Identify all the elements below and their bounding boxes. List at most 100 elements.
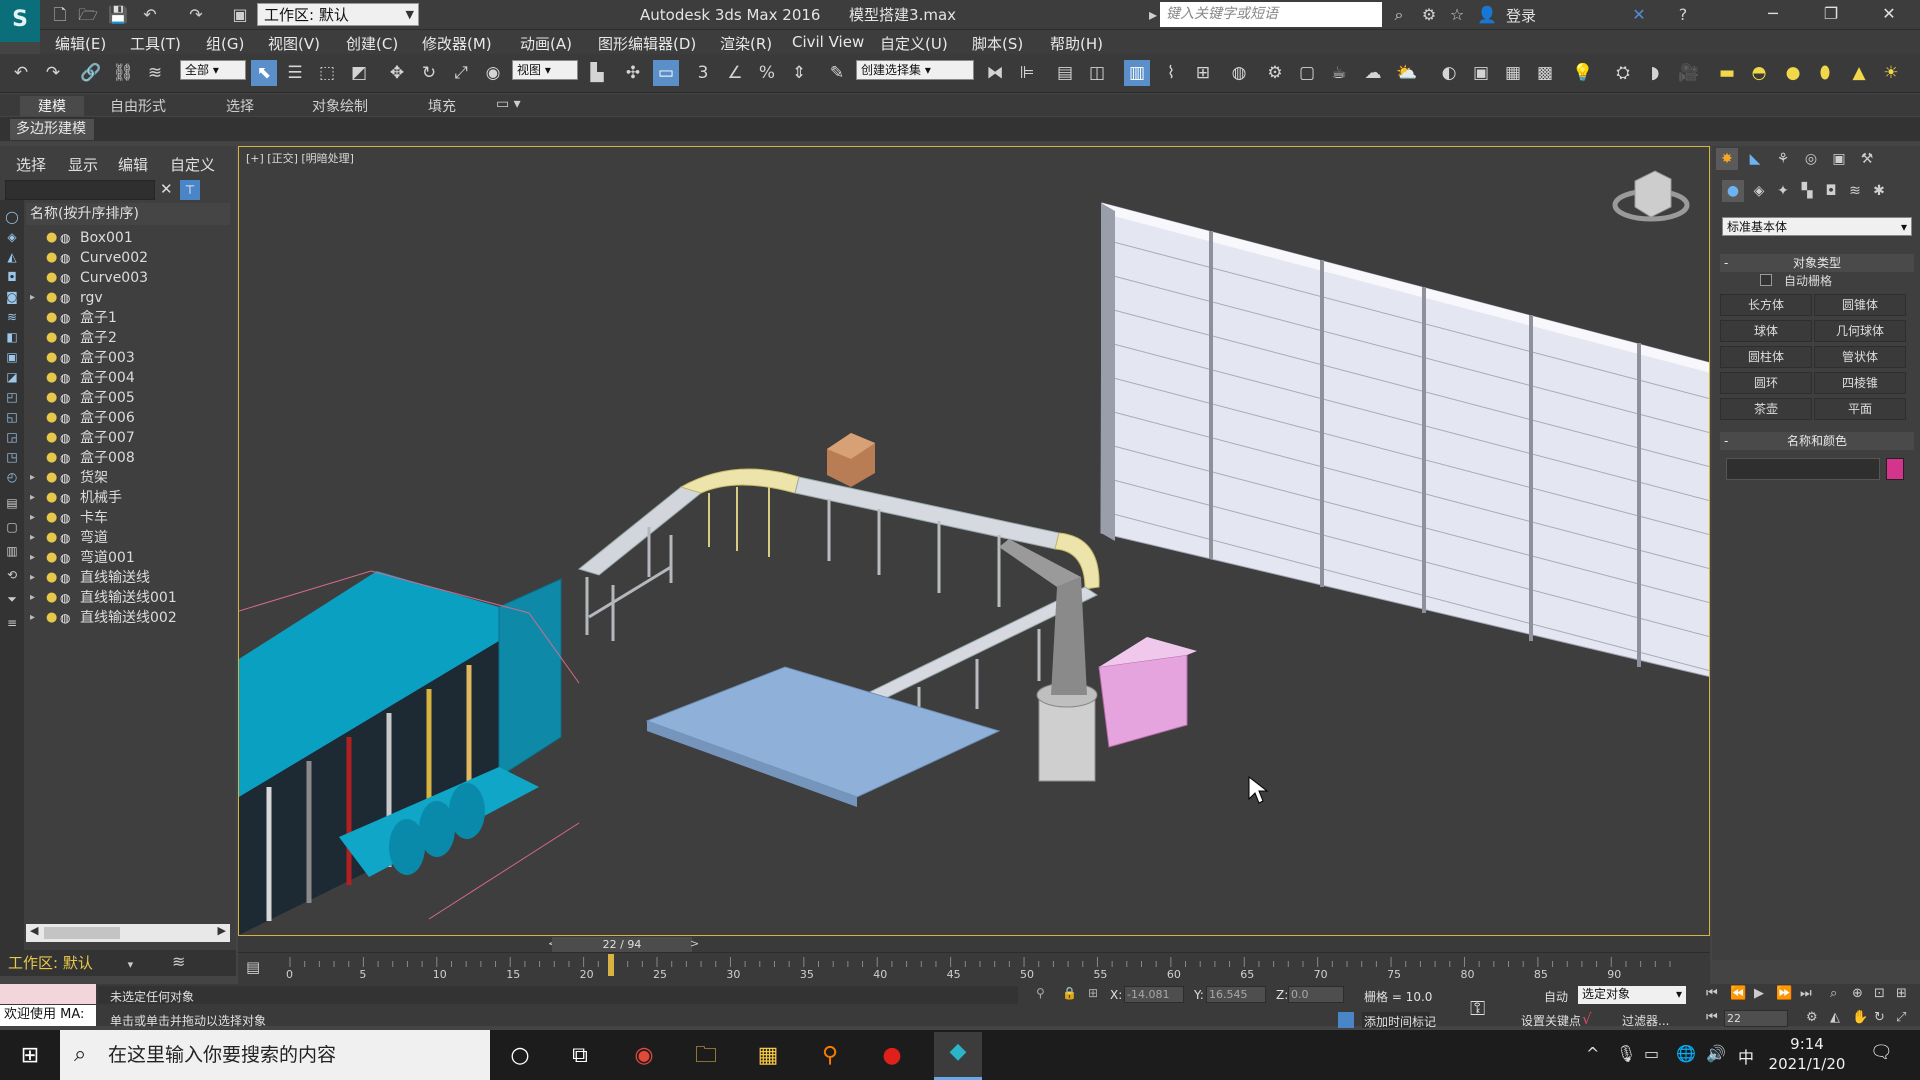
mirror-icon[interactable]: ⧓ [982, 60, 1008, 86]
set-key-icon[interactable]: ⚿ [1470, 996, 1485, 1020]
render-production-icon[interactable]: ☕ [1326, 60, 1352, 86]
visibility-bulb-icon[interactable]: ● [46, 248, 57, 268]
select-by-name-icon[interactable]: ☰ [282, 60, 308, 86]
redo-icon[interactable]: ↷ [40, 60, 66, 86]
visibility-bulb-icon[interactable]: ● [46, 408, 57, 428]
cone-icon[interactable]: ▲ [1846, 60, 1872, 86]
expand-arrow-icon[interactable]: ▸ [30, 548, 35, 568]
previous-frame-icon[interactable]: ⏪ [1730, 986, 1746, 1001]
angle-snap-icon[interactable]: ∠ [722, 60, 748, 86]
visibility-bulb-icon[interactable]: ● [46, 328, 57, 348]
visibility-bulb-icon[interactable]: ● [46, 528, 57, 548]
lights-icon[interactable]: ✦ [1772, 180, 1794, 202]
expand-arrow-icon[interactable]: ▸ [30, 608, 35, 628]
recorder-icon[interactable]: ● [872, 1036, 912, 1076]
rotate-icon[interactable]: ↻ [416, 60, 442, 86]
minimize-button[interactable]: ─ [1744, 0, 1802, 30]
modify-tab-icon[interactable]: ◣ [1744, 148, 1766, 170]
track-menu-icon[interactable]: ▤ [246, 958, 260, 976]
polygon-modeling-panel[interactable]: 多边形建模 [10, 119, 94, 140]
named-selection-dropdown[interactable]: 创建选择集 ▾ [856, 60, 974, 80]
visibility-bulb-icon[interactable]: ● [46, 588, 57, 608]
menu-modifiers[interactable]: 修改器(M) [422, 33, 492, 54]
menu-create[interactable]: 创建(C) [346, 33, 398, 54]
ribbon-tab-object-paint[interactable]: 对象绘制 [312, 96, 368, 116]
expand-arrow-icon[interactable]: ▸ [30, 288, 35, 308]
maximize-viewport-icon[interactable]: ⤢ [1896, 1010, 1906, 1025]
key-mode-icon[interactable]: ⏮ [1706, 1010, 1718, 1025]
filter-toggle-icon[interactable]: ⊤ [180, 180, 200, 200]
scene-menu-customize[interactable]: 自定义 [170, 154, 215, 175]
time-config-icon[interactable]: ⚙ [1806, 1010, 1818, 1025]
systems-icon[interactable]: ✱ [1868, 180, 1890, 202]
taskbar-search-box[interactable]: 在这里输入你要搜索的内容 [60, 1030, 490, 1080]
scale-icon[interactable]: ⤢ [448, 60, 474, 86]
primitive-category-dropdown[interactable]: 标准基本体 ▾ [1722, 217, 1912, 236]
utilities-tab-icon[interactable]: ⚒ [1856, 148, 1878, 170]
zoom-all-icon[interactable]: ⊕ [1852, 986, 1863, 1001]
scene-list-item[interactable]: ● ◍ 盒子2 [26, 328, 230, 348]
chrome-icon[interactable]: ◉ [624, 1036, 664, 1076]
filter-helpers-icon[interactable]: ◙ [2, 288, 22, 306]
user-icon[interactable]: 👤 [1476, 4, 1498, 26]
filter-all-icon[interactable]: ◳ [2, 448, 22, 466]
next-frame-arrow-icon[interactable]: > [690, 937, 699, 950]
place-icon[interactable]: ◉ [480, 60, 506, 86]
render-iterative-icon[interactable]: ☁ [1360, 60, 1386, 86]
current-frame-field[interactable]: 22 [1724, 1010, 1788, 1027]
media-icon[interactable]: ◗ [1642, 60, 1668, 86]
object-color-swatch[interactable] [1886, 458, 1904, 480]
menu-customize[interactable]: 自定义(U) [880, 33, 948, 54]
play-icon[interactable]: ▶ [1754, 986, 1764, 1001]
material-editor-icon[interactable]: ◍ [1226, 60, 1252, 86]
window-crossing-icon[interactable]: ◩ [346, 60, 372, 86]
network-icon[interactable]: 🌐 [1676, 1044, 1696, 1063]
viewport-tools-icon[interactable]: ⛭ [1610, 60, 1636, 86]
search-input[interactable]: 键入关键字或短语 [1160, 2, 1382, 27]
percent-snap-icon[interactable]: % [754, 60, 780, 86]
visibility-bulb-icon[interactable]: ● [46, 508, 57, 528]
name-color-rollout[interactable]: - 名称和颜色 [1720, 432, 1914, 450]
auto-key-button[interactable]: 自动 [1526, 988, 1586, 1005]
expand-arrow-icon[interactable]: ▸ [30, 508, 35, 528]
help-icon[interactable]: ? [1672, 4, 1694, 26]
scene-explorer-toggle-icon[interactable]: ▤ [1052, 60, 1078, 86]
file-explorer-icon[interactable]: 🗀 [686, 1036, 726, 1076]
field-of-view-icon[interactable]: ◭ [1830, 1010, 1840, 1025]
exchange-icon[interactable]: ✕ [1628, 4, 1650, 26]
reference-coordinate-dropdown[interactable]: 视图 ▾ [512, 60, 578, 80]
spinner-snap-icon[interactable]: ⇕ [786, 60, 812, 86]
x-coordinate-field[interactable]: -14.081 [1124, 986, 1184, 1003]
key-filter-dropdown[interactable]: 选定对象 ▾ [1578, 986, 1686, 1004]
selection-filter-dropdown[interactable]: 全部 ▾ [180, 60, 246, 80]
scene-menu-display[interactable]: 显示 [68, 154, 98, 175]
display-influences-icon[interactable]: ▢ [2, 518, 22, 536]
menu-views[interactable]: 视图(V) [268, 33, 320, 54]
z-coordinate-field[interactable]: 0.0 [1288, 986, 1344, 1003]
visibility-bulb-icon[interactable]: ● [46, 308, 57, 328]
filter-frozen-icon[interactable]: ◱ [2, 408, 22, 426]
expand-arrow-icon[interactable]: ▸ [30, 488, 35, 508]
sun-icon[interactable]: ☀ [1878, 60, 1904, 86]
sync-selection-icon[interactable]: ⟲ [2, 566, 22, 584]
layers-panel-icon[interactable]: ≋ [172, 952, 185, 971]
orbit-icon[interactable]: ↻ [1874, 1010, 1885, 1025]
app-logo-icon[interactable]: S [0, 0, 40, 42]
battery-icon[interactable]: ▭ [1644, 1044, 1659, 1063]
autogrid-checkbox[interactable] [1760, 274, 1772, 286]
visibility-bulb-icon[interactable]: ● [46, 368, 57, 388]
sphere-icon[interactable]: ● [1780, 60, 1806, 86]
visibility-bulb-icon[interactable]: ● [46, 488, 57, 508]
menu-tools[interactable]: 工具(T) [130, 33, 181, 54]
visibility-bulb-icon[interactable]: ● [46, 348, 57, 368]
system-clock[interactable]: 9:14 2021/1/20 [1762, 1034, 1852, 1074]
scene-list-item[interactable]: ● ◍ Curve002 [26, 248, 230, 268]
menu-civil-view[interactable]: Civil View [792, 33, 864, 51]
scene-list-item[interactable]: ● ◍ Curve003 [26, 268, 230, 288]
visibility-bulb-icon[interactable]: ● [46, 608, 57, 628]
visibility-bulb-icon[interactable]: ● [46, 428, 57, 448]
ribbon-options-icon[interactable]: ▭ ▾ [496, 96, 521, 112]
select-manipulate-icon[interactable]: ✣ [620, 60, 646, 86]
scene-list-item[interactable]: ● ◍ 盒子1 [26, 308, 230, 328]
microphone-icon[interactable]: 🎙 [1616, 1044, 1636, 1063]
